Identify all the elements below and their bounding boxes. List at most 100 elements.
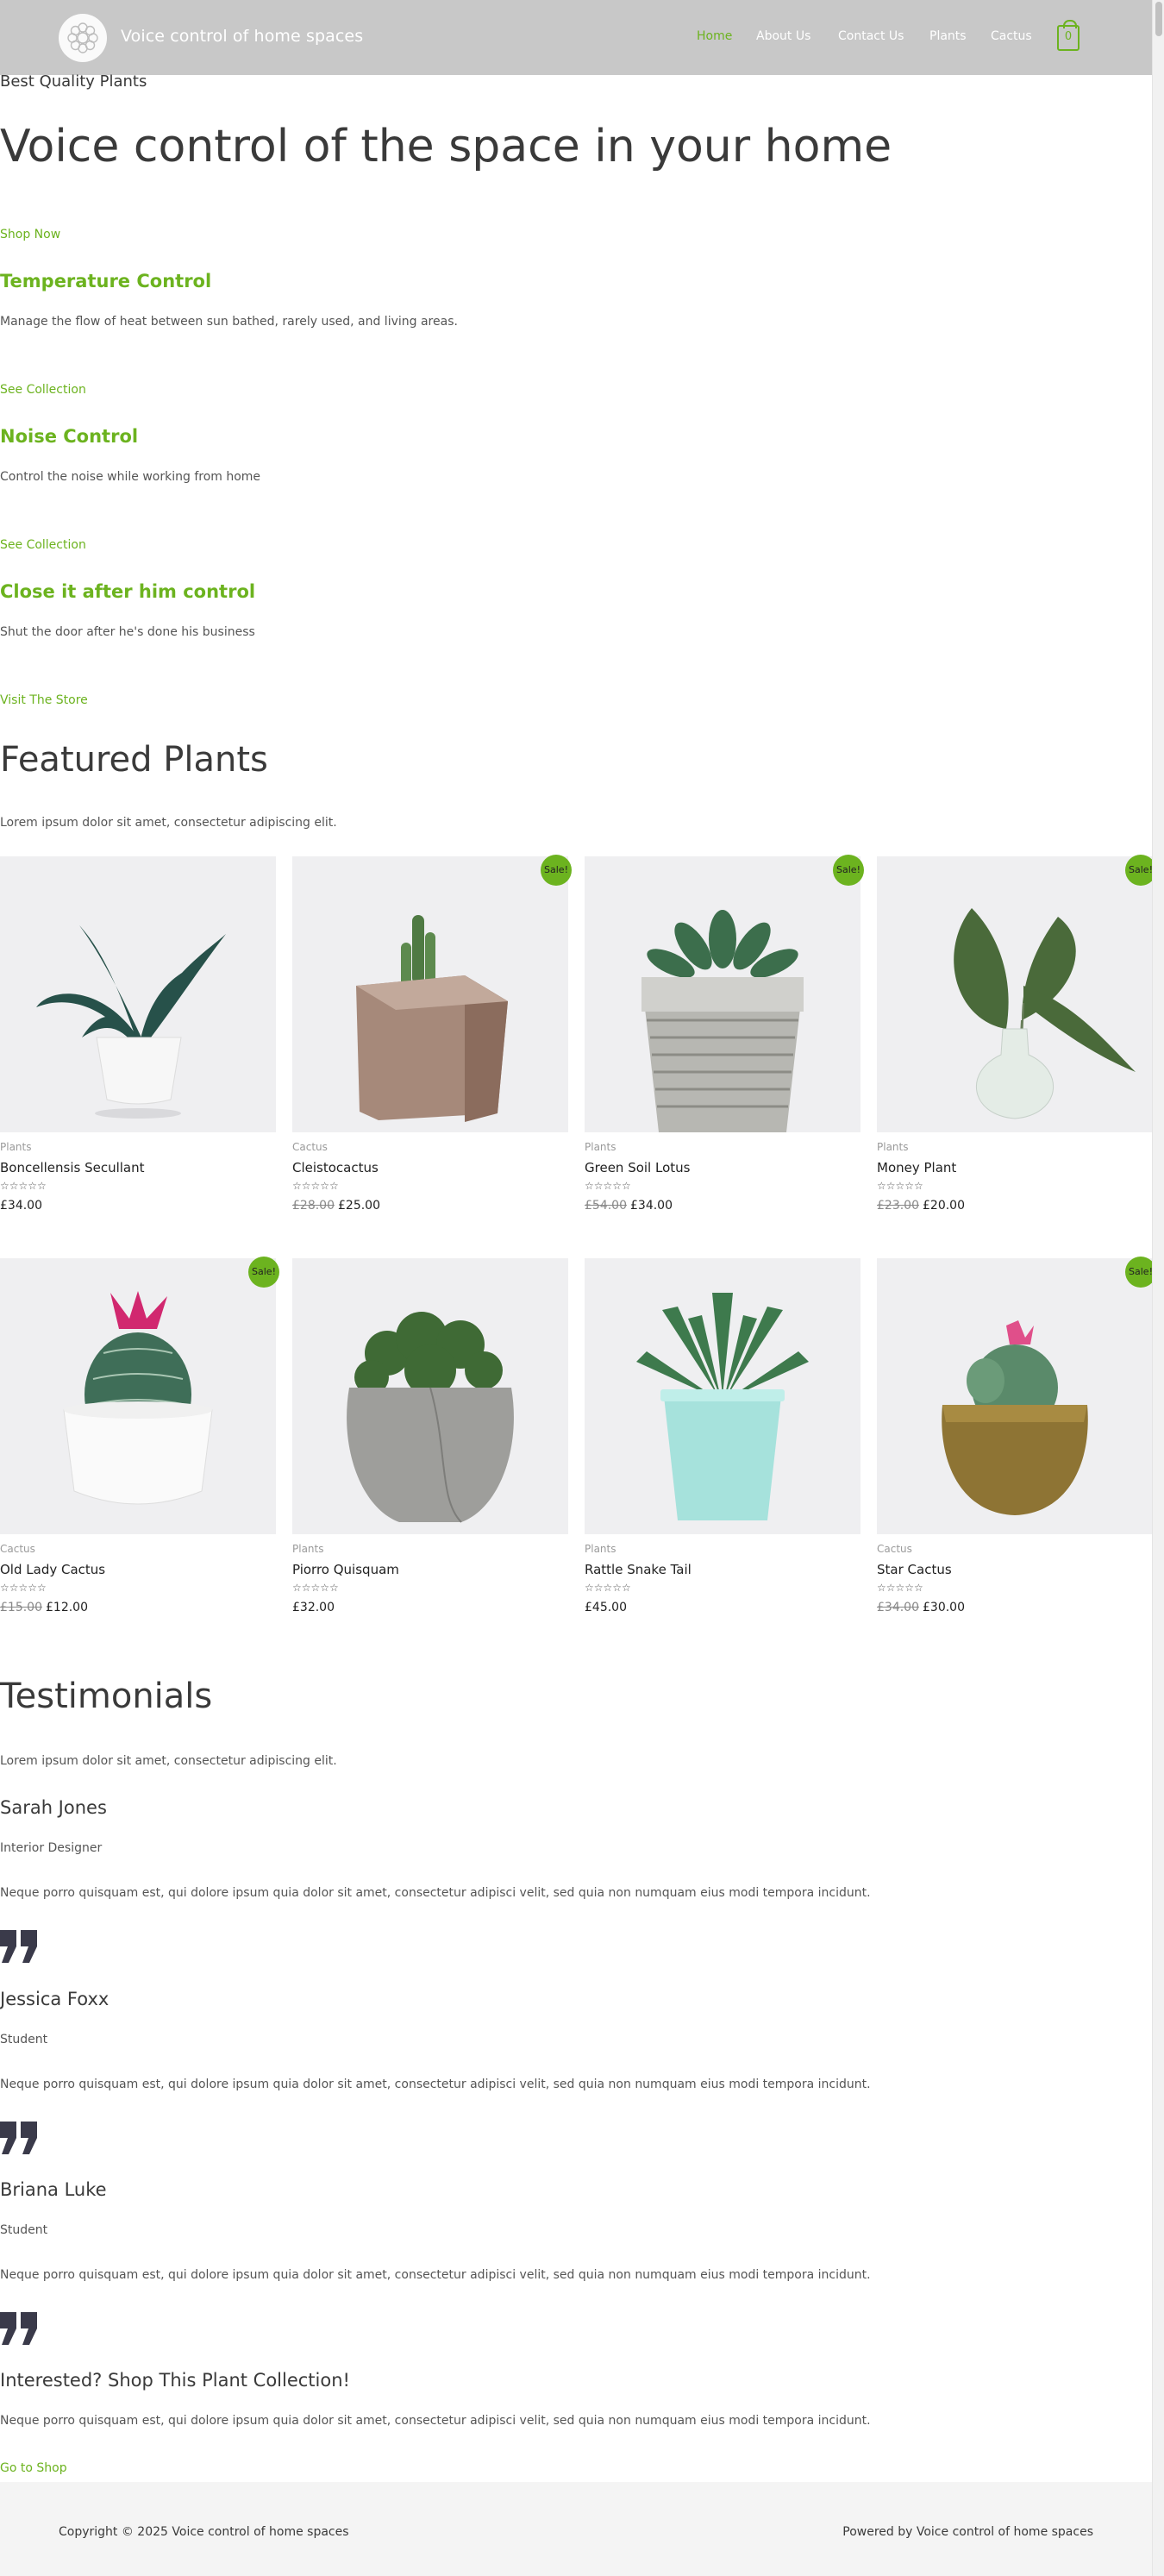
page-scrollbar[interactable] (1152, 0, 1164, 2576)
product-category[interactable]: Cactus (877, 1543, 912, 1555)
quote-icon (0, 1930, 37, 1963)
feature-heading: Close it after him control (0, 581, 256, 602)
rating-stars: ☆☆☆☆☆ (585, 1180, 631, 1192)
nav-about-us[interactable]: About Us (756, 29, 810, 43)
product-price: £15.00 £12.00 (0, 1601, 88, 1614)
product-name[interactable]: Boncellensis Secullant (0, 1160, 145, 1175)
cta-title: Interested? Shop This Plant Collection! (0, 2370, 350, 2391)
old-price: £34.00 (877, 1601, 919, 1614)
old-price: £54.00 (585, 1199, 627, 1213)
go-to-shop-link[interactable]: Go to Shop (0, 2461, 67, 2475)
cta-text: Neque porro quisquam est, qui dolore ips… (0, 2414, 871, 2428)
current-price: £34.00 (0, 1199, 42, 1213)
feature-text: Manage the flow of heat between sun bath… (0, 315, 458, 329)
see-collection-link[interactable]: See Collection (0, 383, 86, 397)
old-price: £23.00 (877, 1199, 919, 1213)
feature-text: Control the noise while working from hom… (0, 470, 261, 484)
product-image[interactable] (292, 1258, 568, 1534)
product-name[interactable]: Old Lady Cactus (0, 1562, 105, 1577)
product-category[interactable]: Plants (292, 1543, 324, 1555)
cart-icon[interactable]: 0 (1057, 20, 1080, 51)
rating-stars: ☆☆☆☆☆ (585, 1582, 631, 1594)
scrollbar-thumb[interactable] (1155, 2, 1162, 36)
current-price: £12.00 (46, 1601, 88, 1614)
old-price: £28.00 (292, 1199, 335, 1213)
product-name[interactable]: Piorro Quisquam (292, 1562, 399, 1577)
cart-count: 0 (1064, 30, 1073, 43)
product-image[interactable] (585, 1258, 860, 1534)
product-name[interactable]: Cleistocactus (292, 1160, 379, 1175)
product-image[interactable] (0, 856, 276, 1132)
product-price: £45.00 (585, 1601, 627, 1614)
shop-now-link[interactable]: Shop Now (0, 228, 60, 241)
site-footer: Copyright © 2025 Voice control of home s… (0, 2482, 1152, 2576)
product-category[interactable]: Plants (585, 1543, 616, 1555)
product-category[interactable]: Plants (585, 1141, 616, 1153)
product-category[interactable]: Cactus (292, 1141, 328, 1153)
copyright: Copyright © 2025 Voice control of home s… (59, 2525, 349, 2539)
product-category[interactable]: Plants (0, 1141, 32, 1153)
current-price: £30.00 (923, 1601, 965, 1614)
site-header: Voice control of home spaces Home About … (0, 0, 1152, 75)
product-name[interactable]: Green Soil Lotus (585, 1160, 690, 1175)
product-price: £28.00 £25.00 (292, 1199, 380, 1213)
product-price: £54.00 £34.00 (585, 1199, 673, 1213)
product-image[interactable] (877, 1258, 1153, 1534)
testimonial-name: Sarah Jones (0, 1797, 107, 1818)
hero-kicker: Best Quality Plants (0, 72, 147, 91)
testimonial-name: Jessica Foxx (0, 1989, 110, 2009)
sale-badge: Sale! (833, 855, 864, 886)
current-price: £34.00 (630, 1199, 673, 1213)
product-price: £23.00 £20.00 (877, 1199, 965, 1213)
nav-contact-us[interactable]: Contact Us (838, 29, 904, 43)
old-price: £15.00 (0, 1601, 42, 1614)
sale-badge: Sale! (248, 1257, 279, 1288)
testimonial-name: Briana Luke (0, 2179, 107, 2200)
product-category[interactable]: Cactus (0, 1543, 35, 1555)
current-price: £45.00 (585, 1601, 627, 1614)
feature-heading: Temperature Control (0, 271, 212, 291)
current-price: £25.00 (338, 1199, 380, 1213)
nav-cactus[interactable]: Cactus (991, 29, 1032, 43)
featured-subtitle: Lorem ipsum dolor sit amet, consectetur … (0, 816, 337, 830)
product-image[interactable] (292, 856, 568, 1132)
testimonial-role: Student (0, 2033, 48, 2046)
rating-stars: ☆☆☆☆☆ (292, 1582, 339, 1594)
product-price: £34.00 £30.00 (877, 1601, 965, 1614)
product-name[interactable]: Rattle Snake Tail (585, 1562, 692, 1577)
current-price: £20.00 (923, 1199, 965, 1213)
product-name[interactable]: Money Plant (877, 1160, 956, 1175)
current-price: £32.00 (292, 1601, 335, 1614)
testimonial-role: Interior Designer (0, 1841, 103, 1855)
feature-text: Shut the door after he's done his busine… (0, 625, 255, 639)
rating-stars: ☆☆☆☆☆ (292, 1180, 339, 1192)
product-image[interactable] (585, 856, 860, 1132)
quote-icon (0, 2312, 37, 2345)
main-nav: Home About Us Contact Us Plants Cactus (0, 29, 1152, 47)
product-price: £32.00 (292, 1601, 335, 1614)
sale-badge: Sale! (541, 855, 572, 886)
rating-stars: ☆☆☆☆☆ (0, 1582, 47, 1594)
nav-plants[interactable]: Plants (929, 29, 967, 43)
testimonial-text: Neque porro quisquam est, qui dolore ips… (0, 2078, 871, 2091)
product-price: £34.00 (0, 1199, 42, 1213)
product-name[interactable]: Star Cactus (877, 1562, 952, 1577)
featured-title: Featured Plants (0, 740, 268, 780)
product-image[interactable] (0, 1258, 276, 1534)
hero-title: Voice control of the space in your home (0, 121, 892, 172)
rating-stars: ☆☆☆☆☆ (877, 1582, 923, 1594)
visit-store-link[interactable]: Visit The Store (0, 693, 88, 707)
powered-by: Powered by Voice control of home spaces (842, 2525, 1093, 2539)
nav-home[interactable]: Home (697, 29, 732, 43)
rating-stars: ☆☆☆☆☆ (877, 1180, 923, 1192)
testimonials-title: Testimonials (0, 1677, 213, 1716)
testimonial-role: Student (0, 2223, 48, 2237)
product-image[interactable] (877, 856, 1153, 1132)
quote-icon (0, 2122, 37, 2154)
testimonials-subtitle: Lorem ipsum dolor sit amet, consectetur … (0, 1754, 337, 1768)
rating-stars: ☆☆☆☆☆ (0, 1180, 47, 1192)
feature-heading: Noise Control (0, 426, 139, 447)
testimonial-text: Neque porro quisquam est, qui dolore ips… (0, 2268, 871, 2282)
product-category[interactable]: Plants (877, 1141, 909, 1153)
see-collection-link[interactable]: See Collection (0, 538, 86, 552)
